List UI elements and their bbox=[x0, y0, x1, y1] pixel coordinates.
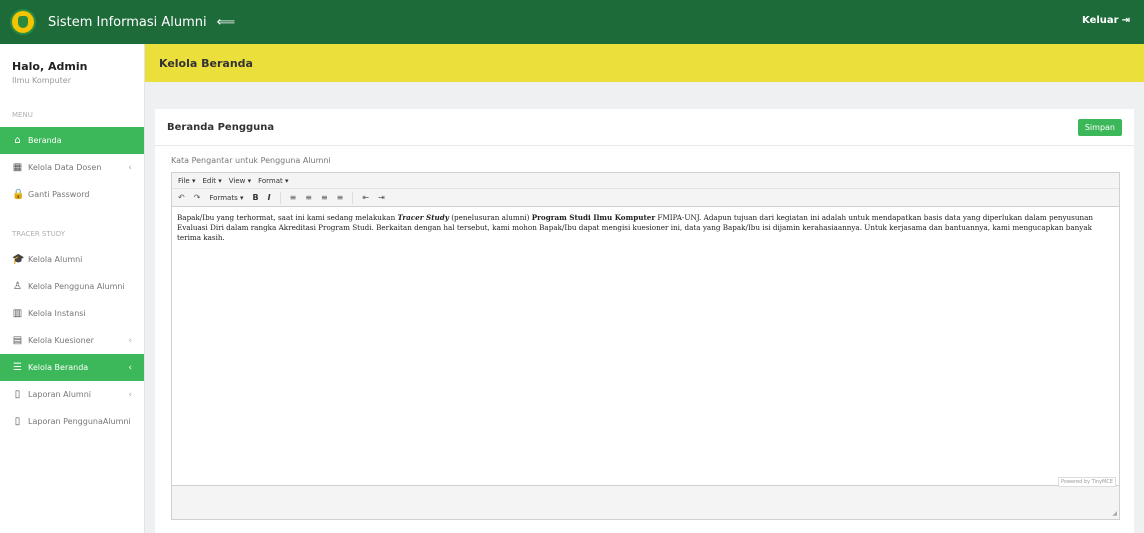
chart-icon: ▯ bbox=[14, 416, 21, 427]
chevron-left-icon: ‹ bbox=[128, 162, 132, 173]
content-italic: Tracer Study bbox=[397, 213, 449, 222]
editor-statusbar: Powered by TinyMCE ◢ bbox=[172, 477, 1119, 519]
sidebar-item-beranda[interactable]: ⌂ Beranda bbox=[0, 127, 144, 154]
app-title: Sistem Informasi Alumni bbox=[48, 14, 207, 30]
home-icon: ⌂ bbox=[14, 135, 21, 146]
content-bold: Program Studi Ilmu Komputer bbox=[531, 213, 656, 222]
align-left-icon[interactable]: ≡ bbox=[290, 193, 297, 202]
content-text: Bapak/Ibu yang terhormat, saat ini kami … bbox=[177, 213, 398, 222]
menu-format[interactable]: Format ▾ bbox=[258, 177, 288, 185]
menu-toggle-icon[interactable]: ⟸ bbox=[217, 15, 236, 30]
redo-icon[interactable]: ↷ bbox=[194, 193, 201, 202]
card-title: Beranda Pengguna bbox=[167, 121, 275, 133]
sidebar-item-kelola-beranda[interactable]: ☰ Kelola Beranda ‹ bbox=[0, 354, 144, 381]
sidebar-item-kelola-instansi[interactable]: ▥ Kelola Instansi bbox=[0, 300, 144, 327]
sidebar-item-label: Kelola Data Dosen bbox=[28, 163, 102, 172]
user-icon: ♙ bbox=[13, 281, 22, 292]
university-logo bbox=[10, 9, 36, 35]
sidebar-item-label: Kelola Instansi bbox=[28, 309, 86, 318]
content-header: Kelola Beranda bbox=[145, 44, 1144, 82]
section-menu: MENU bbox=[12, 111, 33, 119]
chevron-left-icon: ‹ bbox=[128, 389, 132, 400]
table-icon: ▦ bbox=[12, 162, 23, 173]
sidebar-item-label: Kelola Beranda bbox=[28, 363, 89, 372]
chart-icon: ▯ bbox=[14, 389, 21, 400]
user-profile: Halo, Admin Ilmu Komputer bbox=[0, 44, 144, 95]
sidebar-item-label: Kelola Alumni bbox=[28, 255, 83, 264]
beranda-pengguna-card: Beranda Pengguna Simpan Kata Pengantar u… bbox=[155, 109, 1134, 533]
menu-file[interactable]: File ▾ bbox=[178, 177, 195, 185]
logout-icon: ⇥ bbox=[1121, 15, 1130, 26]
sidebar: Halo, Admin Ilmu Komputer MENU ⌂ Beranda… bbox=[0, 44, 145, 533]
greeting: Halo, Admin bbox=[12, 60, 88, 73]
resize-handle-icon[interactable]: ◢ bbox=[1112, 510, 1117, 517]
sidebar-item-label: Ganti Password bbox=[28, 190, 90, 199]
department: Ilmu Komputer bbox=[12, 76, 72, 85]
powered-by-badge[interactable]: Powered by TinyMCE bbox=[1058, 477, 1116, 487]
menu-edit[interactable]: Edit ▾ bbox=[202, 177, 221, 185]
toolbar-divider bbox=[279, 191, 281, 204]
align-justify-icon[interactable]: ≡ bbox=[337, 193, 344, 202]
building-icon: ▥ bbox=[12, 308, 23, 319]
lock-icon: 🔒 bbox=[12, 189, 25, 200]
align-center-icon[interactable]: ≡ bbox=[305, 193, 312, 202]
document-icon: ▤ bbox=[12, 335, 23, 346]
bold-button[interactable]: B bbox=[252, 193, 258, 202]
sidebar-item-laporan-alumni[interactable]: ▯ Laporan Alumni ‹ bbox=[0, 381, 144, 408]
menu-view[interactable]: View ▾ bbox=[229, 177, 251, 185]
list-icon: ☰ bbox=[13, 362, 22, 373]
chevron-left-icon: ‹ bbox=[128, 362, 132, 373]
sidebar-item-label: Kelola Kuesioner bbox=[28, 336, 94, 345]
content-text: (penelusuran alumni) bbox=[448, 213, 532, 222]
editor-menubar: File ▾ Edit ▾ View ▾ Format ▾ bbox=[172, 173, 1119, 189]
graduation-cap-icon: 🎓 bbox=[12, 254, 25, 265]
sidebar-item-label: Kelola Pengguna Alumni bbox=[28, 282, 125, 291]
sidebar-item-label: Beranda bbox=[28, 136, 62, 145]
editor-content-area[interactable]: Bapak/Ibu yang terhormat, saat ini kami … bbox=[172, 207, 1119, 485]
logout-button[interactable]: Keluar ⇥ bbox=[1082, 15, 1130, 26]
sidebar-item-kelola-alumni[interactable]: 🎓 Kelola Alumni bbox=[0, 246, 144, 273]
field-label: Kata Pengantar untuk Pengguna Alumni bbox=[171, 156, 331, 165]
sidebar-item-kelola-kuesioner[interactable]: ▤ Kelola Kuesioner ‹ bbox=[0, 327, 144, 354]
sidebar-item-label: Laporan PenggunaAlumni bbox=[28, 417, 131, 426]
indent-icon[interactable]: ⇥ bbox=[378, 193, 385, 202]
save-button[interactable]: Simpan bbox=[1077, 119, 1122, 136]
sidebar-item-ganti-password[interactable]: 🔒 Ganti Password bbox=[0, 181, 144, 208]
card-header: Beranda Pengguna Simpan bbox=[155, 109, 1134, 146]
sidebar-item-laporan-pengguna-alumni[interactable]: ▯ Laporan PenggunaAlumni bbox=[0, 408, 144, 435]
logout-label: Keluar bbox=[1082, 15, 1119, 26]
undo-icon[interactable]: ↶ bbox=[178, 193, 185, 202]
formats-dropdown[interactable]: Formats ▾ bbox=[209, 194, 243, 202]
sidebar-item-kelola-pengguna-alumni[interactable]: ♙ Kelola Pengguna Alumni bbox=[0, 273, 144, 300]
outdent-icon[interactable]: ⇤ bbox=[362, 193, 369, 202]
toolbar-divider bbox=[352, 191, 354, 204]
rich-text-editor: File ▾ Edit ▾ View ▾ Format ▾ ↶ ↷ Format… bbox=[171, 172, 1120, 520]
sidebar-item-label: Laporan Alumni bbox=[28, 390, 91, 399]
chevron-left-icon: ‹ bbox=[128, 335, 132, 346]
italic-button[interactable]: I bbox=[268, 193, 271, 202]
align-right-icon[interactable]: ≡ bbox=[321, 193, 328, 202]
sidebar-item-kelola-data-dosen[interactable]: ▦ Kelola Data Dosen ‹ bbox=[0, 154, 144, 181]
editor-toolbar: ↶ ↷ Formats ▾ B I ≡ ≡ ≡ ≡ ⇤ ⇥ bbox=[172, 189, 1119, 207]
section-tracer-study: TRACER STUDY bbox=[12, 230, 66, 238]
page-title: Kelola Beranda bbox=[159, 56, 253, 70]
top-navbar: Sistem Informasi Alumni ⟸ Keluar ⇥ bbox=[0, 0, 1144, 44]
